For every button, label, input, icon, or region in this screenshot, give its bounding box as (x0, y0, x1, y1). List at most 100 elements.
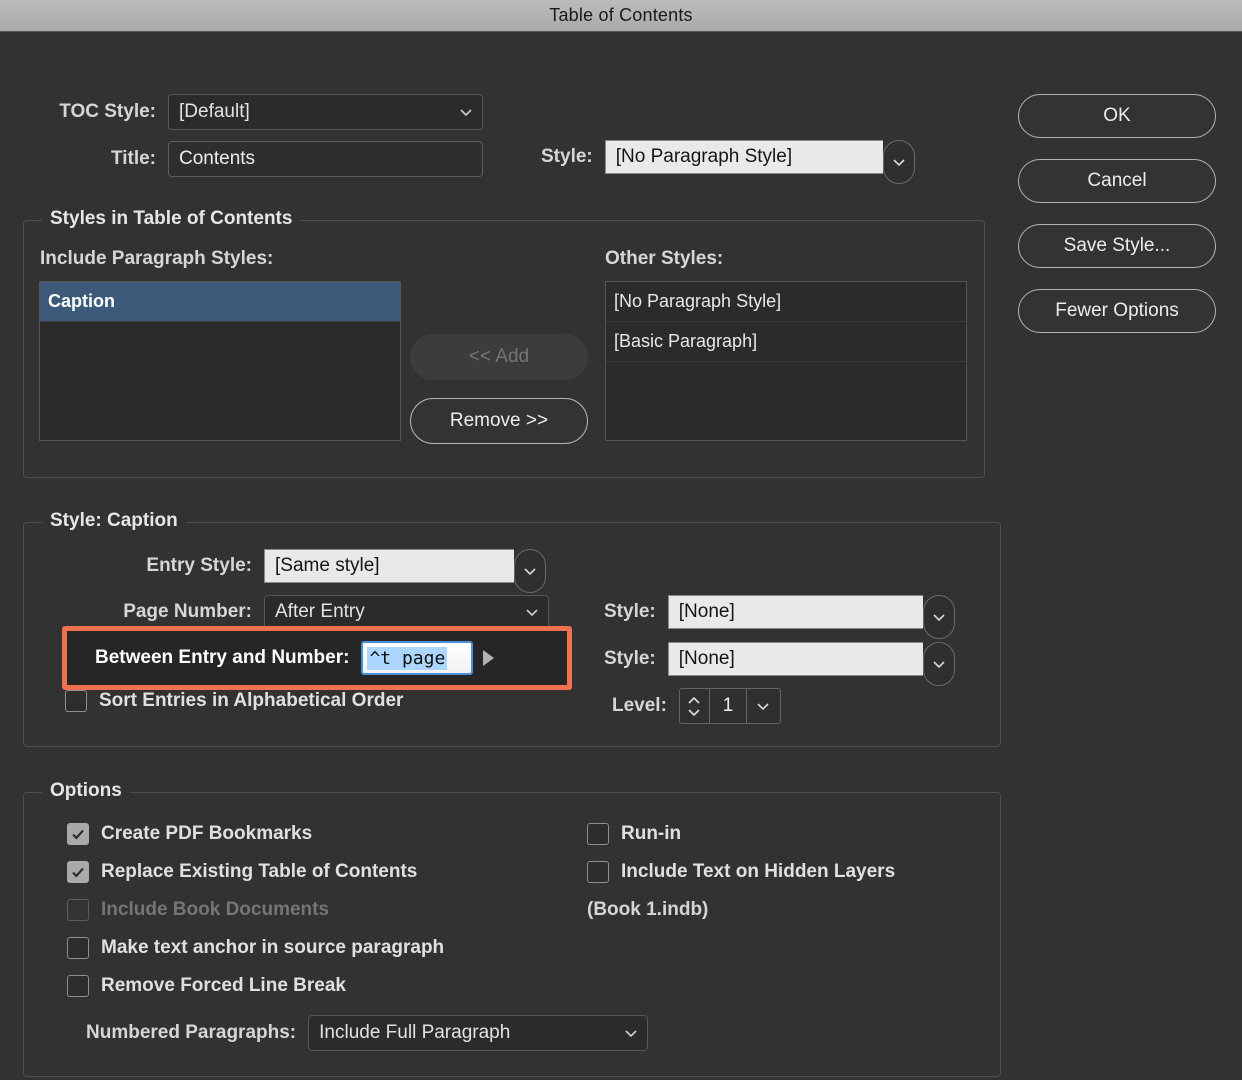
between-style-select[interactable]: [None] (667, 642, 955, 686)
chevron-down-icon (933, 614, 945, 622)
title-input[interactable]: Contents (168, 141, 483, 177)
book-file-name: (Book 1.indb) (587, 899, 709, 920)
page-number-row: Page Number: After Entry (88, 595, 549, 629)
replace-existing-toc-label: Replace Existing Table of Contents (101, 861, 418, 882)
include-paragraph-styles-label: Include Paragraph Styles: (40, 248, 274, 269)
other-styles-label: Other Styles: (605, 248, 724, 269)
level-stepper-arrows[interactable] (678, 688, 709, 724)
title-style-select[interactable]: [No Paragraph Style] (604, 140, 915, 184)
level-stepper[interactable]: 1 (678, 688, 781, 724)
chevron-down-icon (757, 703, 769, 711)
options-group-legend: Options (42, 780, 130, 802)
toc-style-label: TOC Style: (59, 101, 156, 122)
include-book-documents-label: Include Book Documents (101, 899, 330, 920)
list-item-blank[interactable] (606, 362, 966, 402)
replace-existing-toc-checkbox[interactable]: Replace Existing Table of Contents (67, 861, 417, 883)
between-style-value: [None] (667, 642, 923, 676)
save-style-button[interactable]: Save Style... (1018, 224, 1216, 268)
check-icon (72, 829, 84, 840)
entry-style-label: Entry Style: (146, 555, 252, 576)
page-number-style-label: Style: (604, 601, 656, 622)
checkbox-box[interactable] (67, 975, 89, 997)
include-hidden-layers-label: Include Text on Hidden Layers (621, 861, 896, 882)
list-item[interactable]: [Basic Paragraph] (606, 322, 966, 362)
page-number-style-value: [None] (667, 595, 923, 629)
list-item-blank[interactable] (40, 362, 400, 402)
between-style-row: Style: [None] (604, 642, 955, 686)
ok-button[interactable]: OK (1018, 94, 1216, 138)
include-paragraph-styles-list[interactable]: Caption (39, 281, 401, 441)
sort-entries-label: Sort Entries in Alphabetical Order (99, 690, 404, 711)
entry-style-row: Entry Style: [Same style] (122, 549, 546, 593)
include-book-documents-checkbox: Include Book Documents (67, 899, 329, 921)
numbered-paragraphs-row: Numbered Paragraphs: Include Full Paragr… (86, 1015, 649, 1051)
title-label: Title: (110, 148, 156, 169)
numbered-paragraphs-label: Numbered Paragraphs: (86, 1022, 297, 1043)
between-entry-and-number-value: ^t page (367, 646, 448, 670)
entry-style-select[interactable]: [Same style] (264, 549, 546, 593)
checkbox-box[interactable] (65, 690, 87, 712)
entry-style-dropdown-button[interactable] (514, 549, 546, 593)
checkbox-box[interactable] (587, 823, 609, 845)
between-style-label: Style: (604, 648, 656, 669)
run-in-checkbox[interactable]: Run-in (587, 823, 681, 845)
include-hidden-layers-checkbox[interactable]: Include Text on Hidden Layers (587, 861, 895, 883)
between-entry-and-number-highlight: Between Entry and Number: ^t page (62, 626, 572, 690)
between-style-dropdown-button[interactable] (922, 642, 955, 686)
page-number-style-row: Style: [None] (604, 595, 955, 639)
checkbox-box[interactable] (67, 823, 89, 845)
title-style-value: [No Paragraph Style] (604, 140, 883, 174)
chevron-down-icon (933, 661, 945, 669)
list-item[interactable]: [No Paragraph Style] (606, 282, 966, 322)
title-style-label: Style: (541, 146, 593, 167)
styles-group-legend: Styles in Table of Contents (42, 208, 301, 230)
level-label: Level: (612, 695, 667, 716)
chevron-down-icon (625, 1030, 637, 1038)
chevron-down-icon (524, 568, 536, 576)
chevron-down-icon (460, 109, 472, 117)
between-entry-and-number-input[interactable]: ^t page (361, 641, 474, 675)
checkbox-box[interactable] (67, 861, 89, 883)
dialog-button-column: OK Cancel Save Style... Fewer Options (1018, 94, 1216, 354)
page-number-select[interactable]: After Entry (264, 595, 549, 629)
toc-style-row: TOC Style: [Default] (38, 94, 483, 130)
numbered-paragraphs-value: Include Full Paragraph (319, 1022, 511, 1043)
check-icon (72, 867, 84, 878)
remove-forced-line-break-checkbox[interactable]: Remove Forced Line Break (67, 975, 346, 997)
between-entry-and-number-label: Between Entry and Number: (95, 647, 350, 668)
styles-in-toc-group: Styles in Table of Contents Include Para… (23, 208, 985, 478)
checkbox-box (67, 899, 89, 921)
make-text-anchor-label: Make text anchor in source paragraph (101, 937, 445, 958)
remove-style-button[interactable]: Remove >> (410, 398, 588, 444)
level-value[interactable]: 1 (708, 688, 747, 724)
chevron-up-icon[interactable] (687, 696, 701, 705)
entry-style-value: [Same style] (264, 549, 514, 583)
numbered-paragraphs-select[interactable]: Include Full Paragraph (308, 1015, 649, 1051)
window-titlebar: Table of Contents (0, 0, 1242, 32)
create-pdf-bookmarks-checkbox[interactable]: Create PDF Bookmarks (67, 823, 312, 845)
create-pdf-bookmarks-label: Create PDF Bookmarks (101, 823, 313, 844)
cancel-button[interactable]: Cancel (1018, 159, 1216, 203)
sort-entries-checkbox[interactable]: Sort Entries in Alphabetical Order (65, 690, 403, 712)
list-item-blank[interactable] (40, 322, 400, 362)
list-item[interactable]: Caption (40, 282, 400, 322)
title-value: Contents (179, 148, 256, 169)
chevron-down-icon[interactable] (687, 708, 701, 717)
title-style-dropdown-button[interactable] (882, 140, 915, 184)
checkbox-box[interactable] (587, 861, 609, 883)
level-dropdown-button[interactable] (746, 688, 781, 724)
page-number-style-dropdown-button[interactable] (922, 595, 955, 639)
title-style-row: Style: [No Paragraph Style] (541, 140, 915, 184)
between-entry-and-number-row: Between Entry and Number: ^t page (67, 631, 567, 685)
other-styles-list[interactable]: [No Paragraph Style] [Basic Paragraph] (605, 281, 967, 441)
make-text-anchor-checkbox[interactable]: Make text anchor in source paragraph (67, 937, 444, 959)
page-number-style-select[interactable]: [None] (667, 595, 955, 639)
special-character-menu-icon[interactable] (483, 650, 495, 666)
caption-group-legend: Style: Caption (42, 510, 186, 532)
toc-style-value: [Default] (179, 101, 250, 122)
checkbox-box[interactable] (67, 937, 89, 959)
toc-style-select[interactable]: [Default] (168, 94, 483, 130)
add-style-button[interactable]: << Add (410, 334, 588, 380)
options-group: Options Create PDF Bookmarks Replace Exi… (23, 780, 1001, 1077)
fewer-options-button[interactable]: Fewer Options (1018, 289, 1216, 333)
